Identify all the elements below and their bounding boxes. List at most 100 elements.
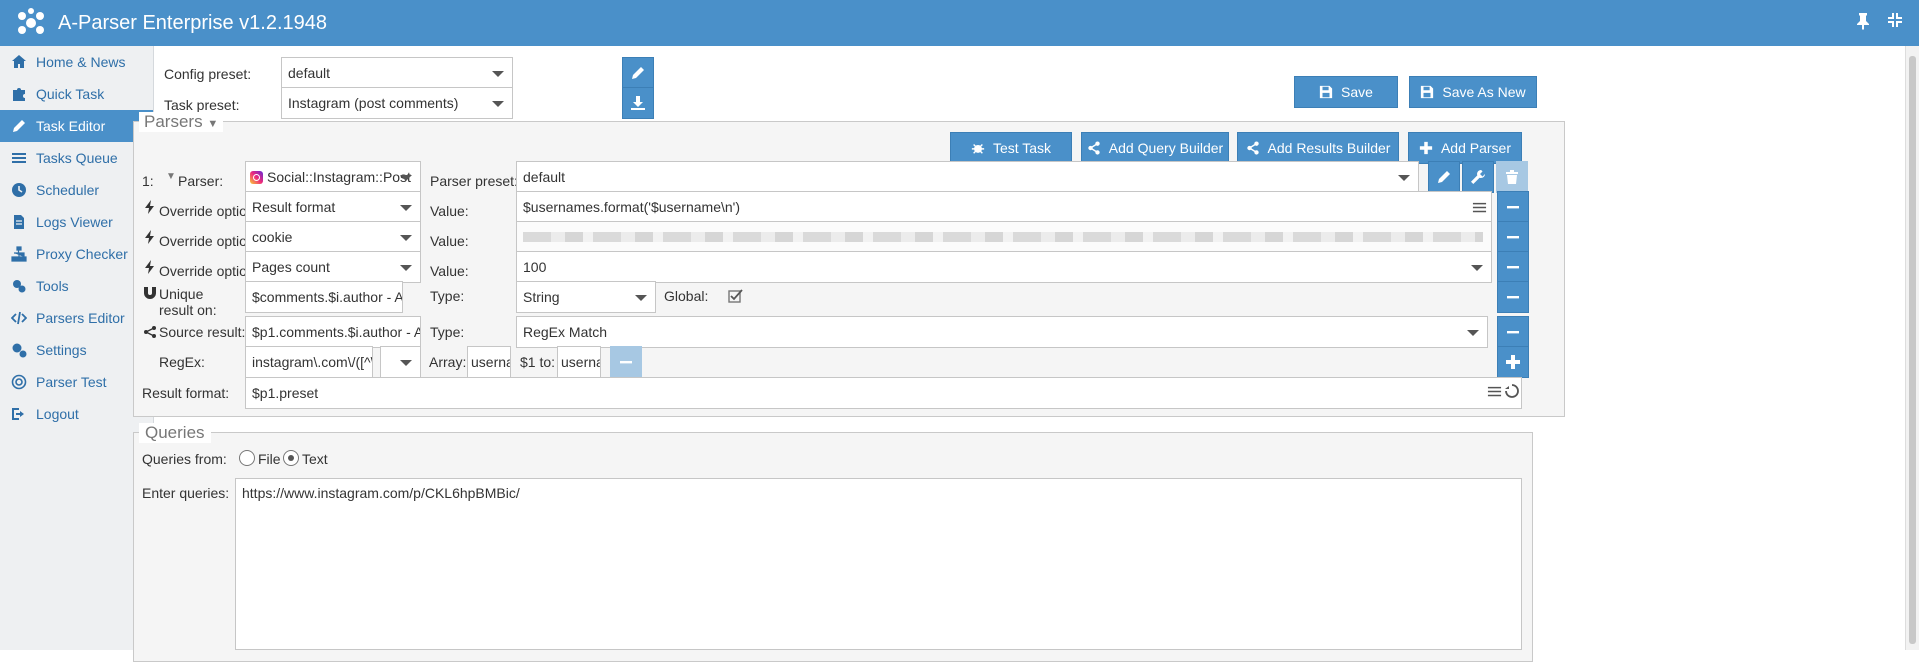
caret-down-icon[interactable]: ▼ [166,171,176,182]
remove-override-button[interactable] [1497,191,1529,223]
array-input[interactable]: usernar [467,346,511,378]
queries-text-label[interactable]: Text [302,451,328,467]
result-format-label: Result format: [142,385,230,401]
page-scrollbar[interactable] [1905,46,1919,650]
save-button[interactable]: Save [1294,76,1398,108]
unique-result-label: Unique result on: [159,286,217,318]
parser-preset-label: Parser preset: [430,173,518,189]
override-value-select[interactable]: 100 [516,251,1492,283]
minus-icon [1507,236,1519,239]
pencil-icon [10,117,28,135]
add-query-builder-button[interactable]: Add Query Builder [1081,132,1229,164]
sidebar-item-home-news[interactable]: Home & News [0,46,153,78]
sidebar-item-tasks-queue[interactable]: Tasks Queue [0,142,153,174]
regex-flags-select[interactable] [380,346,421,378]
trash-icon [1506,170,1518,184]
chevron-down-icon: ▼ [207,118,219,130]
sidebar-item-parser-test[interactable]: Parser Test [0,366,153,398]
sidebar-item-label: Scheduler [36,182,100,198]
sidebar-item-label: Parsers Editor [36,310,125,326]
queries-text-radio[interactable] [283,450,299,466]
remove-override-button[interactable] [1497,221,1529,253]
save-as-new-button[interactable]: Save As New [1409,76,1537,108]
remove-source-button[interactable] [1497,316,1529,348]
unique-result-select[interactable]: $comments.$i.author - Author [245,281,403,313]
file-icon [10,213,28,231]
sidebar-item-label: Quick Task [36,86,105,102]
override-value-label: Value: [430,203,469,219]
menu-icon[interactable] [1472,200,1487,218]
parser-select[interactable]: Social::Instagram::Post [245,161,421,193]
sidebar-item-settings[interactable]: Settings [0,334,153,366]
regex-to-input[interactable]: usernar [557,346,601,378]
sidebar-item-parsers-editor[interactable]: Parsers Editor [0,302,153,334]
sidebar-item-scheduler[interactable]: Scheduler [0,174,153,206]
sidebar-item-label: Proxy Checker [36,246,128,262]
queries-file-radio[interactable] [239,450,255,466]
sidebar-item-task-editor[interactable]: Task Editor [0,110,153,142]
remove-regex-button[interactable] [610,346,642,378]
menu-icon[interactable] [1487,384,1502,403]
override-value-input-cookie[interactable] [516,221,1492,253]
override-option-select[interactable]: Result format [245,191,421,223]
sidebar: Home & News Quick Task Task Editor Tasks Qu… [0,46,154,650]
result-format-input[interactable]: $p1.preset [245,377,1522,409]
config-preset-label: Config preset: [164,66,252,82]
regex-input[interactable]: instagram\.com\/([^\/]+) [245,346,373,378]
override-value-label: Value: [430,233,469,249]
edit-parser-preset-button[interactable] [1428,161,1460,193]
source-result-select[interactable]: $p1.comments.$i.author - Autho [245,316,421,348]
parser-label: Parser: [178,173,224,189]
sidebar-item-logout[interactable]: Logout [0,398,153,430]
sidebar-item-proxy-checker[interactable]: Proxy Checker [0,238,153,270]
task-preset-select[interactable]: Instagram (post comments) [281,87,513,119]
scrollbar-thumb[interactable] [1909,56,1916,644]
bolt-icon [143,200,157,214]
add-results-builder-button[interactable]: Add Results Builder [1237,132,1399,164]
sidebar-item-label: Tasks Queue [36,150,118,166]
collapse-icon[interactable] [1887,12,1903,35]
instagram-icon [250,170,263,184]
minus-icon [620,361,632,364]
override-option-select[interactable]: Pages count [245,251,421,283]
unique-type-select[interactable]: String [516,281,656,313]
remove-override-button[interactable] [1497,251,1529,283]
global-checkbox[interactable] [728,288,744,304]
share-icon [1088,141,1100,155]
download-preset-button[interactable] [622,87,654,119]
delete-parser-button[interactable] [1496,161,1528,193]
share-icon [143,325,157,339]
config-preset-select[interactable]: default [281,57,513,89]
task-editor: Config preset: default Task preset: Inst… [133,46,1905,662]
sidebar-item-label: Parser Test [36,374,107,390]
parser-index: 1: [142,173,154,189]
reset-icon[interactable] [1504,383,1520,403]
unique-type-label: Type: [430,288,465,304]
sidebar-item-label: Logout [36,406,79,422]
override-option-select[interactable]: cookie [245,221,421,253]
parser-settings-button[interactable] [1462,161,1494,193]
floppy-icon [1319,85,1333,99]
sidebar-item-tools[interactable]: Tools [0,270,153,302]
parser-preset-select[interactable]: default [516,161,1419,193]
add-parser-button[interactable]: Add Parser [1408,132,1522,164]
remove-unique-button[interactable] [1497,281,1529,313]
test-task-button[interactable]: Test Task [950,132,1072,164]
queries-file-label[interactable]: File [258,451,281,467]
top-bar: A-Parser Enterprise v1.2.1948 [0,0,1919,46]
regex-label: RegEx: [159,354,205,370]
sidebar-item-quick-task[interactable]: Quick Task [0,78,153,110]
source-type-select[interactable]: RegEx Match [516,316,1488,348]
pin-icon[interactable] [1855,12,1871,35]
parsers-legend[interactable]: Parsers ▼ [139,112,224,132]
checkbox-checked-icon [728,289,743,303]
queries-textarea[interactable]: https://www.instagram.com/p/CKL6hpBMBic/ [235,478,1522,650]
clock-icon [10,181,28,199]
global-label: Global: [664,288,709,304]
home-icon [10,53,28,71]
download-icon [631,96,645,110]
add-regex-button[interactable] [1497,346,1529,378]
edit-config-preset-button[interactable] [622,57,654,89]
override-value-input[interactable]: $usernames.format('$username\n') [516,191,1492,223]
sidebar-item-logs-viewer[interactable]: Logs Viewer [0,206,153,238]
